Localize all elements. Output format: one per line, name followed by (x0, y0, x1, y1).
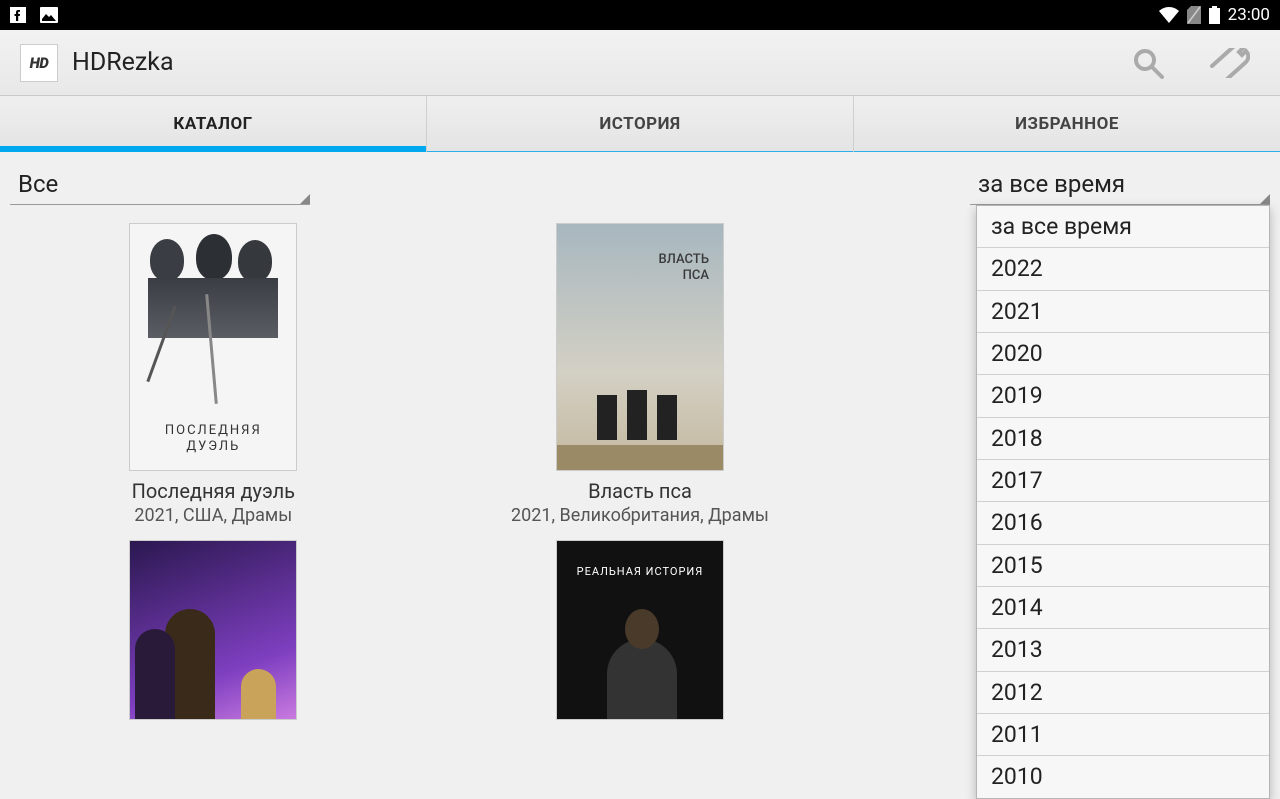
movie-title: Власть пса (588, 479, 692, 503)
status-time: 23:00 (1228, 5, 1270, 25)
spinner-value: за все время (978, 170, 1125, 198)
tab-label: КАТАЛОГ (173, 114, 252, 134)
no-sim-icon (1187, 6, 1201, 24)
tab-label: ИСТОРИЯ (599, 114, 680, 134)
tab-catalog[interactable]: КАТАЛОГ (0, 96, 427, 151)
app-bar: HD HDRezka (0, 30, 1280, 96)
dropdown-item[interactable]: 2020 (977, 333, 1269, 375)
poster-text: ПСА (683, 268, 709, 283)
poster-text: ПОСЛЕДНЯЯ (130, 423, 296, 438)
dropdown-item[interactable]: за все время (977, 206, 1269, 248)
tab-underline (854, 151, 1280, 152)
movie-poster: ВЛАСТЬ ПСА (556, 223, 724, 471)
category-spinner[interactable]: Все (10, 166, 310, 205)
dropdown-item[interactable]: 2011 (977, 714, 1269, 756)
dropdown-item[interactable]: 2012 (977, 672, 1269, 714)
movie-card[interactable]: РЕАЛЬНАЯ ИСТОРИЯ (427, 540, 854, 725)
status-bar: 23:00 (0, 0, 1280, 30)
dropdown-item[interactable]: 2017 (977, 460, 1269, 502)
search-icon[interactable] (1130, 45, 1166, 81)
poster-text: РЕАЛЬНАЯ ИСТОРИЯ (557, 565, 723, 578)
app-logo: HD (20, 44, 58, 82)
tab-history[interactable]: ИСТОРИЯ (427, 96, 854, 151)
battery-icon (1209, 6, 1220, 24)
movie-poster: РЕАЛЬНАЯ ИСТОРИЯ (556, 540, 724, 720)
facebook-icon (10, 7, 26, 23)
chevron-down-icon (1260, 194, 1270, 204)
dropdown-item[interactable]: 2015 (977, 545, 1269, 587)
dropdown-item[interactable]: 2018 (977, 418, 1269, 460)
dropdown-item[interactable]: 2013 (977, 629, 1269, 671)
app-title: HDRezka (72, 48, 174, 77)
movie-poster (129, 540, 297, 720)
poster-text: ВЛАСТЬ (658, 252, 709, 267)
movie-title: Последняя дуэль (132, 479, 295, 503)
tab-favorites[interactable]: ИЗБРАННОЕ (854, 96, 1280, 151)
movie-poster: ПОСЛЕДНЯЯ ДУЭЛЬ (129, 223, 297, 471)
filters-row: Все за все время (0, 152, 1280, 213)
movie-subtitle: 2021, США, Драмы (134, 505, 292, 526)
tabs: КАТАЛОГ ИСТОРИЯ ИЗБРАННОЕ (0, 96, 1280, 152)
movie-card[interactable]: ВЛАСТЬ ПСА Власть пса 2021, Великобритан… (427, 223, 854, 540)
gallery-icon (40, 7, 58, 23)
dropdown-item[interactable]: 2010 (977, 756, 1269, 797)
movie-subtitle: 2021, Великобритания, Драмы (511, 505, 769, 526)
dropdown-item[interactable]: 2016 (977, 502, 1269, 544)
dropdown-item[interactable]: 2021 (977, 291, 1269, 333)
poster-text: ДУЭЛЬ (130, 439, 296, 454)
period-spinner[interactable]: за все время (970, 166, 1270, 205)
dropdown-item[interactable]: 2022 (977, 248, 1269, 290)
dropdown-item[interactable]: 2014 (977, 587, 1269, 629)
settings-wrench-icon[interactable] (1206, 48, 1250, 78)
wifi-icon (1159, 7, 1179, 23)
dropdown-item[interactable]: 2019 (977, 375, 1269, 417)
movie-card[interactable]: ПОСЛЕДНЯЯ ДУЭЛЬ Последняя дуэль 2021, СШ… (0, 223, 427, 540)
tab-underline (427, 151, 853, 152)
tab-underline (0, 146, 426, 152)
spinner-value: Все (18, 170, 58, 198)
movie-card[interactable] (0, 540, 427, 725)
period-dropdown: за все время 2022 2021 2020 2019 2018 20… (976, 205, 1270, 799)
tab-label: ИЗБРАННОЕ (1015, 114, 1119, 134)
chevron-down-icon (300, 194, 310, 204)
